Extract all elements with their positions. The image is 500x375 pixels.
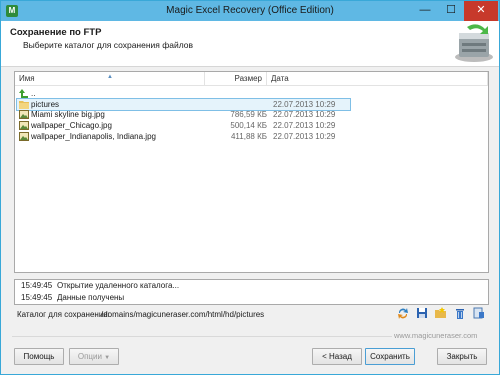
list-item-date: 22.07.2013 10:29 (273, 110, 336, 119)
maximize-button[interactable]: ☐ (438, 1, 464, 21)
ftp-server-icon (455, 24, 493, 62)
delete-icon[interactable] (454, 306, 466, 320)
log-time: 15:49:45 (21, 281, 53, 290)
list-item-size: 500,14 КБ (230, 121, 267, 130)
website-link[interactable]: www.magicuneraser.com (394, 331, 477, 340)
list-item-date: 22.07.2013 10:29 (273, 132, 336, 141)
list-item[interactable]: wallpaper_Indianapolis, Indiana.jpg 411,… (17, 131, 357, 142)
properties-icon[interactable] (473, 306, 485, 320)
save-button[interactable]: Сохранить (365, 348, 415, 365)
refresh-icon[interactable] (397, 306, 409, 320)
list-item-date: 22.07.2013 10:29 (273, 121, 336, 130)
separator (12, 336, 392, 337)
list-item-name: wallpaper_Indianapolis, Indiana.jpg (31, 132, 156, 141)
image-file-icon (19, 132, 29, 141)
new-folder-icon[interactable] (435, 306, 447, 320)
main-window: M Magic Excel Recovery (Office Edition) … (0, 0, 500, 375)
column-header-date[interactable]: Дата (267, 72, 488, 86)
save-icon[interactable] (416, 306, 428, 320)
sort-ascending-icon: ▲ (107, 74, 113, 80)
list-item-name: Miami skyline big.jpg (31, 110, 105, 119)
folder-icon (19, 101, 29, 109)
help-button[interactable]: Помощь (14, 348, 64, 365)
log-entry: 15:49:45 Данные получены (15, 292, 488, 304)
close-window-button[interactable]: ✕ (464, 1, 498, 21)
log-message: Открытие удаленного каталога... (57, 281, 180, 290)
file-list[interactable]: Имя ▲ Размер Дата .. pictures 22.07.2013… (14, 71, 489, 273)
log-entry: 15:49:45 Открытие удаленного каталога... (15, 280, 488, 292)
log-message: Данные получены (57, 293, 125, 302)
path-value: /domains/magicuneraser.com/html/hd/pictu… (101, 310, 265, 319)
log-time: 15:49:45 (21, 293, 53, 302)
image-file-icon (19, 121, 29, 130)
list-item[interactable]: Miami skyline big.jpg 786,59 КБ 22.07.20… (17, 109, 357, 120)
up-arrow-icon (19, 89, 28, 98)
options-button[interactable]: Опции ▼ (69, 348, 119, 365)
back-button[interactable]: < Назад (312, 348, 362, 365)
close-button[interactable]: Закрыть (437, 348, 487, 365)
image-file-icon (19, 110, 29, 119)
chevron-down-icon: ▼ (104, 355, 111, 361)
path-label: Каталог для сохранения: (17, 310, 110, 319)
options-button-label: Опции (77, 352, 102, 361)
page-title: Сохранение по FTP (10, 27, 102, 38)
log-panel[interactable]: 15:49:45 Открытие удаленного каталога...… (14, 279, 489, 305)
minimize-button[interactable]: — (412, 1, 438, 21)
list-item[interactable]: wallpaper_Chicago.jpg 500,14 КБ 22.07.20… (17, 120, 357, 131)
list-item-size: 411,88 КБ (230, 132, 267, 141)
column-header-name[interactable]: Имя ▲ (15, 72, 205, 86)
page-subtitle: Выберите каталог для сохранения файлов (23, 40, 194, 50)
column-header-size[interactable]: Размер (205, 72, 267, 86)
list-item-size: 786,59 КБ (230, 110, 267, 119)
title-bar: M Magic Excel Recovery (Office Edition) … (1, 1, 499, 21)
wizard-header: Сохранение по FTP Выберите каталог для с… (1, 21, 499, 67)
list-item-name: wallpaper_Chicago.jpg (31, 121, 112, 130)
